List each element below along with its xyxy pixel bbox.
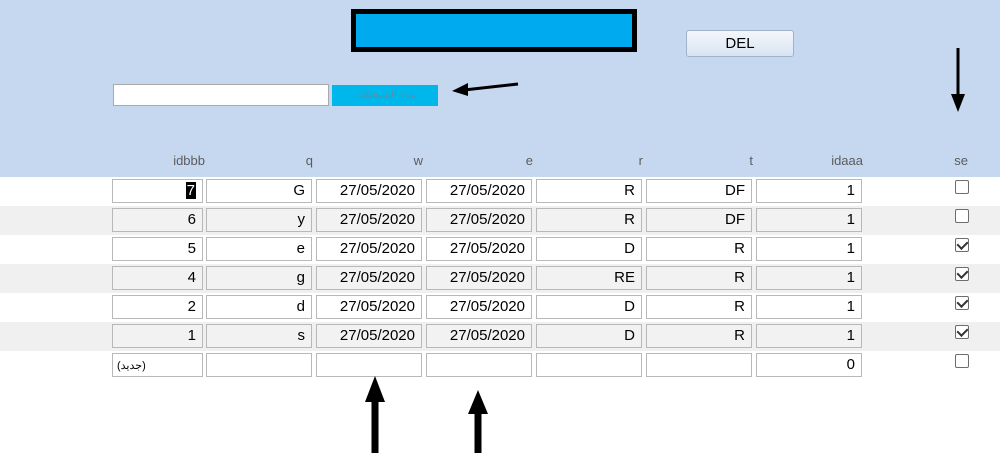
arrow-up-icon — [468, 390, 488, 453]
cell-idaaa[interactable]: 1 — [756, 237, 862, 261]
cell-idaaa[interactable]: 1 — [756, 295, 862, 319]
arrow-up-icon — [365, 376, 385, 453]
cell-idaaa[interactable]: 1 — [756, 179, 862, 203]
cell-q[interactable]: e — [206, 237, 312, 261]
title-box — [351, 9, 637, 52]
cell-e[interactable]: 27/05/2020 — [426, 237, 532, 261]
cell-e[interactable]: 27/05/2020 — [426, 266, 532, 290]
cell-idbbb[interactable]: 2 — [112, 295, 203, 319]
cell-idbbb[interactable]: 1 — [112, 324, 203, 348]
cell-t[interactable]: R — [646, 295, 752, 319]
cell-w[interactable]: 27/05/2020 — [316, 179, 422, 203]
cell-idaaa[interactable]: 1 — [756, 324, 862, 348]
record-count-input[interactable] — [113, 84, 329, 106]
se-checkbox[interactable] — [955, 296, 969, 310]
cell-r[interactable]: D — [536, 295, 642, 319]
cell-idbbb[interactable]: 4 — [112, 266, 203, 290]
column-header-q: q — [305, 153, 313, 168]
cell-w[interactable]: 27/05/2020 — [316, 208, 422, 232]
cell-r[interactable]: R — [536, 208, 642, 232]
selected-text: 7 — [185, 182, 196, 199]
cell-t[interactable]: DF — [646, 179, 752, 203]
cell-r[interactable] — [536, 353, 642, 377]
table-row: 1 s 27/05/2020 27/05/2020 D R 1 — [0, 322, 1000, 351]
cell-e[interactable]: 27/05/2020 — [426, 295, 532, 319]
cell-t[interactable]: R — [646, 324, 752, 348]
arrow-down-icon — [951, 48, 965, 112]
column-header-t: t — [749, 153, 753, 168]
column-header-idbbb: idbbb — [173, 153, 205, 168]
title-fill — [356, 14, 632, 47]
cell-idaaa[interactable]: 1 — [756, 208, 862, 232]
cell-t[interactable]: R — [646, 266, 752, 290]
cell-r[interactable]: D — [536, 237, 642, 261]
cell-e[interactable]: 27/05/2020 — [426, 324, 532, 348]
cell-idbbb[interactable]: 6 — [112, 208, 203, 232]
cell-e[interactable]: 27/05/2020 — [426, 208, 532, 232]
cell-w[interactable]: 27/05/2020 — [316, 295, 422, 319]
del-button[interactable]: DEL — [686, 30, 794, 57]
cell-q[interactable]: G — [206, 179, 312, 203]
se-checkbox[interactable] — [955, 325, 969, 339]
cell-q[interactable]: g — [206, 266, 312, 290]
cell-t[interactable]: R — [646, 237, 752, 261]
table-row: 4 g 27/05/2020 27/05/2020 RE R 1 — [0, 264, 1000, 293]
cell-r[interactable]: RE — [536, 266, 642, 290]
cell-w[interactable] — [316, 353, 422, 377]
column-header-w: w — [413, 153, 423, 168]
cell-idbbb[interactable]: 7 — [112, 179, 203, 203]
cell-idaaa[interactable]: 1 — [756, 266, 862, 290]
cell-q[interactable] — [206, 353, 312, 377]
record-count-button[interactable]: عدد التسجيلات — [332, 85, 438, 106]
cell-r[interactable]: R — [536, 179, 642, 203]
se-checkbox[interactable] — [955, 180, 969, 194]
cell-idaaa[interactable]: 0 — [756, 353, 862, 377]
new-record-row: (جديد) 0 — [0, 351, 1000, 380]
cell-w[interactable]: 27/05/2020 — [316, 324, 422, 348]
se-checkbox[interactable] — [955, 354, 969, 368]
cell-t[interactable]: DF — [646, 208, 752, 232]
arrow-left-icon — [452, 82, 519, 96]
column-header-idaaa: idaaa — [831, 153, 863, 168]
column-header-r: r — [638, 153, 643, 168]
cell-e[interactable] — [426, 353, 532, 377]
cell-idbbb[interactable]: 5 — [112, 237, 203, 261]
se-checkbox[interactable] — [955, 209, 969, 223]
table-row: 5 e 27/05/2020 27/05/2020 D R 1 — [0, 235, 1000, 264]
cell-t[interactable] — [646, 353, 752, 377]
se-checkbox[interactable] — [955, 267, 969, 281]
cell-r[interactable]: D — [536, 324, 642, 348]
cell-q[interactable]: y — [206, 208, 312, 232]
cell-w[interactable]: 27/05/2020 — [316, 266, 422, 290]
cell-e[interactable]: 27/05/2020 — [426, 179, 532, 203]
column-header-e: e — [525, 153, 533, 168]
table-row: 7 G 27/05/2020 27/05/2020 R DF 1 — [0, 177, 1000, 206]
column-header-se: se — [954, 153, 968, 168]
cell-idbbb[interactable]: (جديد) — [112, 353, 203, 377]
cell-q[interactable]: s — [206, 324, 312, 348]
table-row: 6 y 27/05/2020 27/05/2020 R DF 1 — [0, 206, 1000, 235]
cell-w[interactable]: 27/05/2020 — [316, 237, 422, 261]
se-checkbox[interactable] — [955, 238, 969, 252]
form-header: DEL عدد التسجيلات idbbb q w e r t idaaa se — [0, 0, 1000, 177]
table-row: 2 d 27/05/2020 27/05/2020 D R 1 — [0, 293, 1000, 322]
cell-q[interactable]: d — [206, 295, 312, 319]
